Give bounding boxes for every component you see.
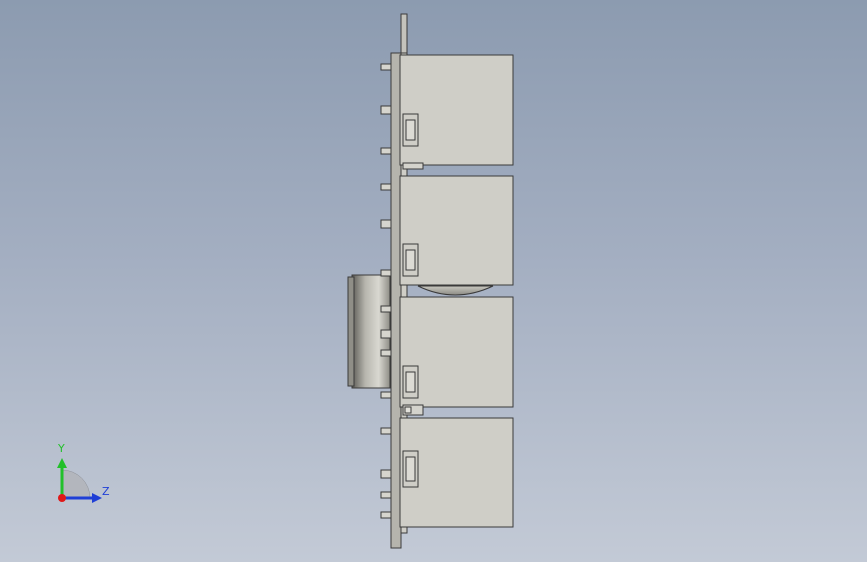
box-3-foot-inner xyxy=(404,406,412,414)
coordinate-triad: Y Z xyxy=(57,442,110,503)
y-axis-label: Y xyxy=(57,442,65,455)
side-view-model[interactable] xyxy=(0,0,867,562)
y-axis-arrow xyxy=(57,458,67,468)
cad-viewport[interactable]: Y Z xyxy=(0,0,867,562)
x-axis-dot xyxy=(58,494,66,502)
dome-sensor xyxy=(417,285,494,296)
z-axis-arrow xyxy=(92,493,102,503)
box-1-foot xyxy=(402,162,424,170)
z-axis-label: Z xyxy=(102,485,110,498)
cylinder-flange xyxy=(347,276,355,387)
top-tab xyxy=(400,13,408,55)
triad-arc xyxy=(61,469,91,499)
module-box-1[interactable] xyxy=(399,54,514,166)
